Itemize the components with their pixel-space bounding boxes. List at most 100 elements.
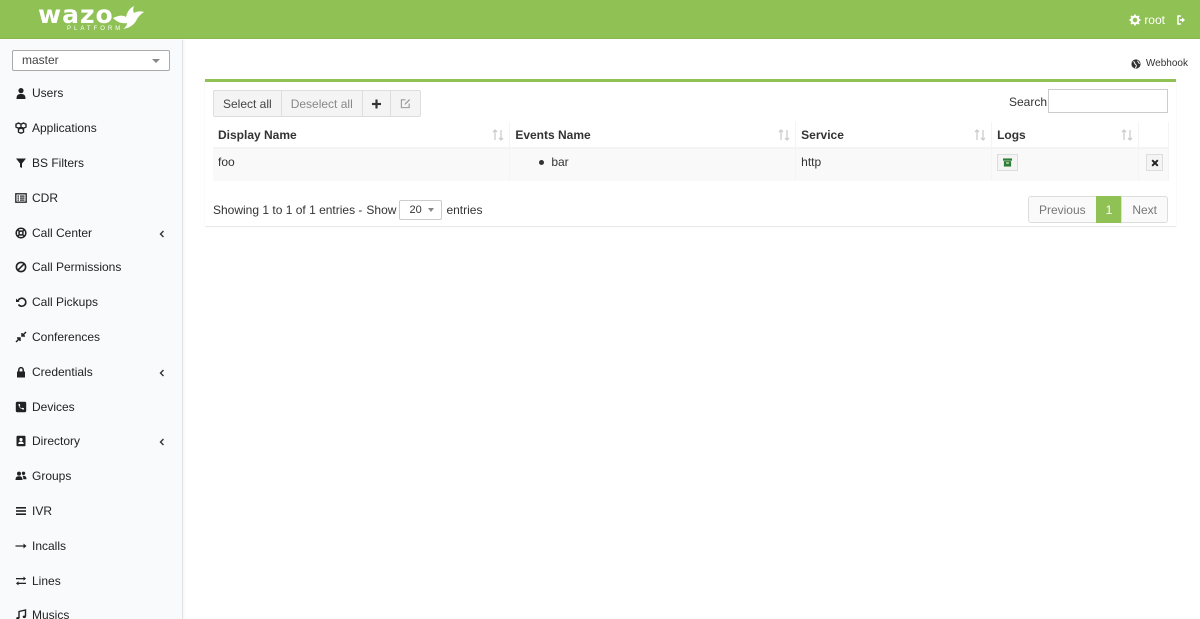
sidebar-item-label: Users [32, 86, 64, 101]
sidebar-item-call-pickups[interactable]: Call Pickups [0, 285, 183, 320]
sidebar-item-bs-filters[interactable]: BS Filters [0, 146, 183, 181]
cell-display-name: foo [213, 148, 511, 181]
column-label: Events Name [515, 127, 591, 142]
tenant-value: master [22, 53, 59, 67]
edit-icon [400, 99, 410, 109]
add-button[interactable] [361, 90, 391, 117]
sidebar-item-label: Call Center [32, 225, 93, 240]
sidebar-item-label: Call Pickups [32, 295, 99, 310]
previous-page-button[interactable]: Previous [1027, 196, 1097, 223]
sign-out-icon[interactable] [1176, 14, 1188, 26]
sidebar-item-label: IVR [32, 503, 53, 518]
undo-icon [14, 296, 27, 309]
gear-icon [1129, 14, 1141, 25]
edit-button[interactable] [389, 90, 421, 117]
column-header-events-name[interactable]: Events Name [509, 122, 797, 149]
sidebar-item-directory[interactable]: Directory [0, 424, 183, 459]
cell-events-name: bar [509, 148, 797, 181]
cell-service: http [795, 148, 993, 181]
plus-icon [371, 99, 381, 108]
sidebar-item-applications[interactable]: Applications [0, 111, 183, 146]
logo-text: wazo [38, 0, 114, 29]
view-logs-button[interactable] [997, 154, 1019, 171]
column-header-logs[interactable]: Logs [991, 122, 1139, 149]
sidebar-item-devices[interactable]: Devices [0, 389, 183, 424]
table-header-row: Display Name Events Name Service Logs [213, 122, 1170, 149]
list-alt-icon [14, 191, 27, 204]
sidebar-item-call-permissions[interactable]: Call Permissions [0, 250, 183, 285]
select-all-button[interactable]: Select all [213, 90, 282, 117]
exchange-icon [14, 574, 27, 587]
sidebar-item-call-center[interactable]: Call Center [0, 215, 183, 250]
sidebar-item-conferences[interactable]: Conferences [0, 320, 183, 355]
times-icon [1151, 159, 1158, 166]
search-label: Search: [1009, 95, 1051, 109]
cubes-icon [14, 122, 27, 135]
column-header-display-name[interactable]: Display Name [213, 122, 511, 149]
support-icon [14, 226, 27, 239]
sidebar-item-label: Lines [32, 573, 61, 588]
phone-square-icon [14, 400, 27, 413]
sidebar-item-lines[interactable]: Lines [0, 563, 183, 598]
page-1-button[interactable]: 1 [1095, 196, 1123, 223]
sidebar-item-users[interactable]: Users [0, 76, 183, 111]
sort-icon [778, 129, 790, 141]
bird-logo-icon [113, 6, 144, 29]
webhooks-table: Display Name Events Name Service Logs fo… [213, 122, 1170, 181]
show-label: Show [366, 203, 397, 217]
sidebar-item-groups[interactable]: Groups [0, 459, 183, 494]
chevron-down-icon [152, 59, 160, 63]
long-arrow-right-icon [14, 539, 27, 552]
search-input[interactable] [1048, 89, 1168, 113]
breadcrumb: Webhook [1131, 58, 1188, 69]
page-length-value: 20 [409, 204, 422, 216]
ban-icon [14, 261, 27, 274]
sidebar-item-label: CDR [32, 190, 58, 205]
column-header-actions [1138, 122, 1170, 149]
column-label: Logs [997, 127, 1026, 142]
sidebar-item-ivr[interactable]: IVR [0, 494, 183, 529]
sidebar: master Users Applications BS Filters CDR Cal… [0, 40, 183, 619]
sidebar-menu: Users Applications BS Filters CDR Call Cente… [0, 76, 183, 619]
table-row[interactable]: foo bar http [213, 148, 1170, 181]
chevron-down-icon [428, 208, 435, 212]
column-label: Display Name [218, 127, 297, 142]
user-menu[interactable]: root [1129, 13, 1165, 27]
sidebar-item-label: Credentials [32, 364, 93, 379]
sidebar-item-label: Groups [32, 469, 72, 484]
sidebar-item-label: Call Permissions [32, 260, 122, 275]
user-icon [14, 87, 27, 100]
column-header-service[interactable]: Service [795, 122, 993, 149]
address-book-icon [14, 435, 27, 448]
next-page-button[interactable]: Next [1121, 196, 1168, 223]
cell-actions [1138, 148, 1170, 181]
page-length-select[interactable]: 20 [399, 200, 443, 220]
sidebar-item-label: Conferences [32, 329, 101, 344]
sort-icon [492, 129, 504, 141]
delete-button[interactable] [1146, 154, 1163, 171]
sidebar-item-label: Incalls [32, 538, 67, 553]
webhook-list-panel: Select all Deselect all Search: Display … [205, 79, 1176, 226]
deselect-all-button[interactable]: Deselect all [280, 90, 363, 117]
cell-logs [991, 148, 1139, 181]
lock-icon [14, 365, 27, 378]
users-icon [14, 470, 27, 483]
globe-icon [1131, 58, 1141, 69]
username: root [1144, 12, 1165, 27]
breadcrumb-label[interactable]: Webhook [1146, 58, 1188, 69]
user-area: root [1129, 0, 1188, 39]
bars-icon [14, 504, 27, 517]
sort-icon [974, 129, 986, 141]
sidebar-item-cdr[interactable]: CDR [0, 180, 183, 215]
sort-icon [1121, 129, 1133, 141]
sidebar-item-credentials[interactable]: Credentials [0, 354, 183, 389]
filter-icon [14, 156, 27, 169]
compress-icon [14, 330, 27, 343]
column-label: Service [801, 127, 844, 142]
chevron-left-icon [157, 228, 167, 238]
sidebar-item-musics[interactable]: Musics [0, 598, 183, 619]
sidebar-item-incalls[interactable]: Incalls [0, 528, 183, 563]
tenant-select[interactable]: master [12, 50, 170, 71]
archive-icon [1003, 158, 1013, 167]
table-info: Showing 1 to 1 of 1 entries - Show 20 en… [213, 200, 482, 220]
